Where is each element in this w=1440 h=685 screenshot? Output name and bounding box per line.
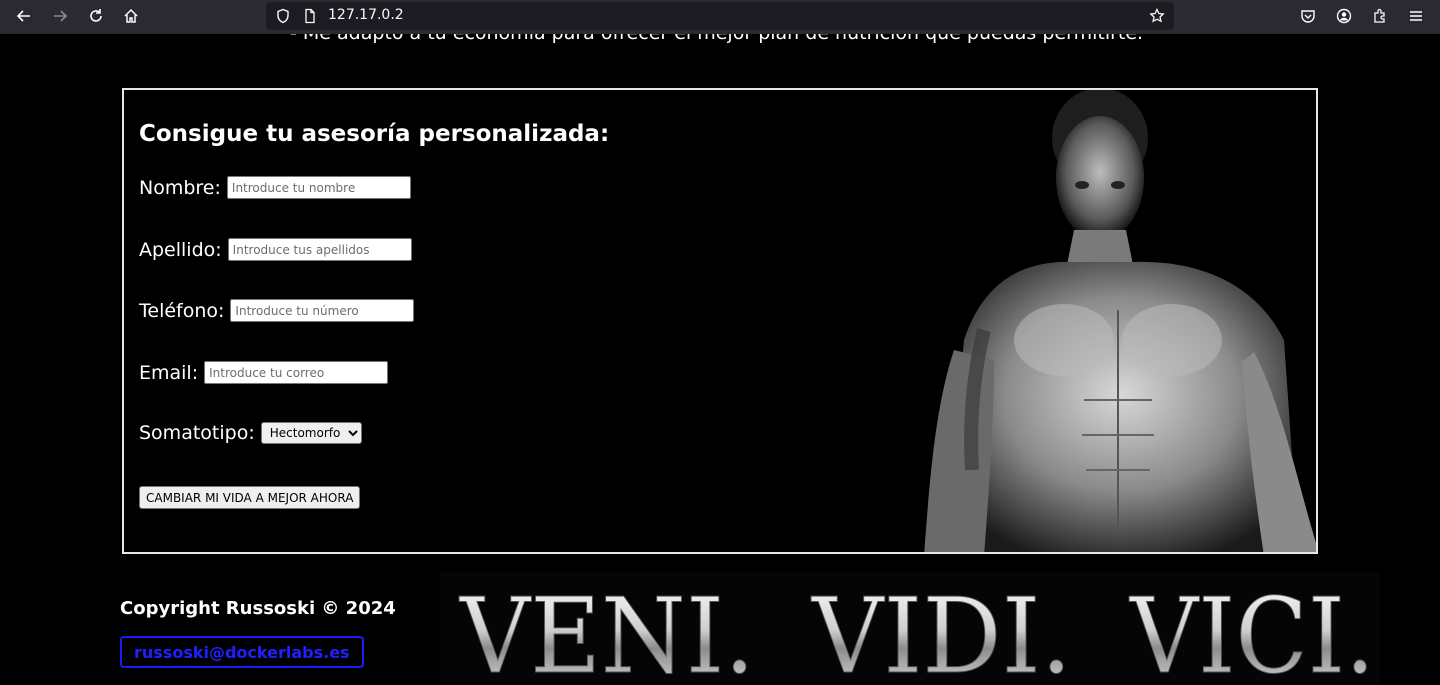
back-icon[interactable] — [11, 4, 37, 28]
field-email: Email: — [139, 361, 389, 384]
field-apellido: Apellido: — [139, 238, 412, 261]
contact-form: Consigue tu asesoría personalizada: Nomb… — [122, 88, 1318, 554]
nutrition-bullet-text: - Me adapto a tu economía para ofrecer e… — [290, 34, 1143, 44]
field-nombre: Nombre: — [139, 176, 411, 199]
menu-icon[interactable] — [1403, 4, 1429, 28]
pocket-icon[interactable] — [1295, 4, 1321, 28]
apellido-label: Apellido: — [139, 238, 222, 261]
apellido-input[interactable] — [227, 238, 412, 261]
url-text[interactable]: 127.17.0.2 — [328, 7, 404, 23]
fitness-model-image — [924, 90, 1316, 552]
email-input[interactable] — [204, 361, 389, 384]
home-icon[interactable] — [118, 4, 144, 28]
email-label: Email: — [139, 361, 199, 384]
nombre-label: Nombre: — [139, 176, 221, 199]
veni-vidi-vici-banner: VENI. VIDI. VICI. — [440, 572, 1380, 685]
telefono-label: Teléfono: — [139, 299, 225, 322]
forward-icon[interactable] — [47, 4, 73, 28]
banner-word-vici: VICI. — [1128, 575, 1375, 685]
banner-word-vidi: VIDI. — [810, 575, 1072, 685]
field-somatotipo: Somatotipo: Hectomorfo — [139, 422, 362, 444]
page-icon[interactable] — [302, 8, 318, 24]
extensions-icon[interactable] — [1367, 4, 1393, 28]
form-title: Consigue tu asesoría personalizada: — [139, 121, 610, 147]
somatotipo-select[interactable]: Hectomorfo — [260, 422, 362, 444]
copyright-text: Copyright Russoski © 2024 — [120, 598, 396, 619]
nombre-input[interactable] — [226, 176, 411, 199]
somatotipo-label: Somatotipo: — [139, 422, 255, 444]
email-link[interactable]: russoski@dockerlabs.es — [120, 636, 364, 668]
shield-icon[interactable] — [275, 8, 291, 24]
banner-word-veni: VENI. — [458, 575, 755, 685]
browser-toolbar: 127.17.0.2 — [0, 0, 1440, 34]
page-content: - Me adapto a tu economía para ofrecer e… — [0, 34, 1440, 685]
submit-button[interactable]: CAMBIAR MI VIDA A MEJOR AHORA — [139, 486, 361, 509]
url-bar[interactable]: 127.17.0.2 — [266, 2, 1174, 30]
account-icon[interactable] — [1331, 4, 1357, 28]
bookmark-star-icon[interactable] — [1149, 7, 1165, 24]
telefono-input[interactable] — [230, 299, 415, 322]
reload-icon[interactable] — [83, 4, 109, 28]
field-telefono: Teléfono: — [139, 299, 415, 322]
